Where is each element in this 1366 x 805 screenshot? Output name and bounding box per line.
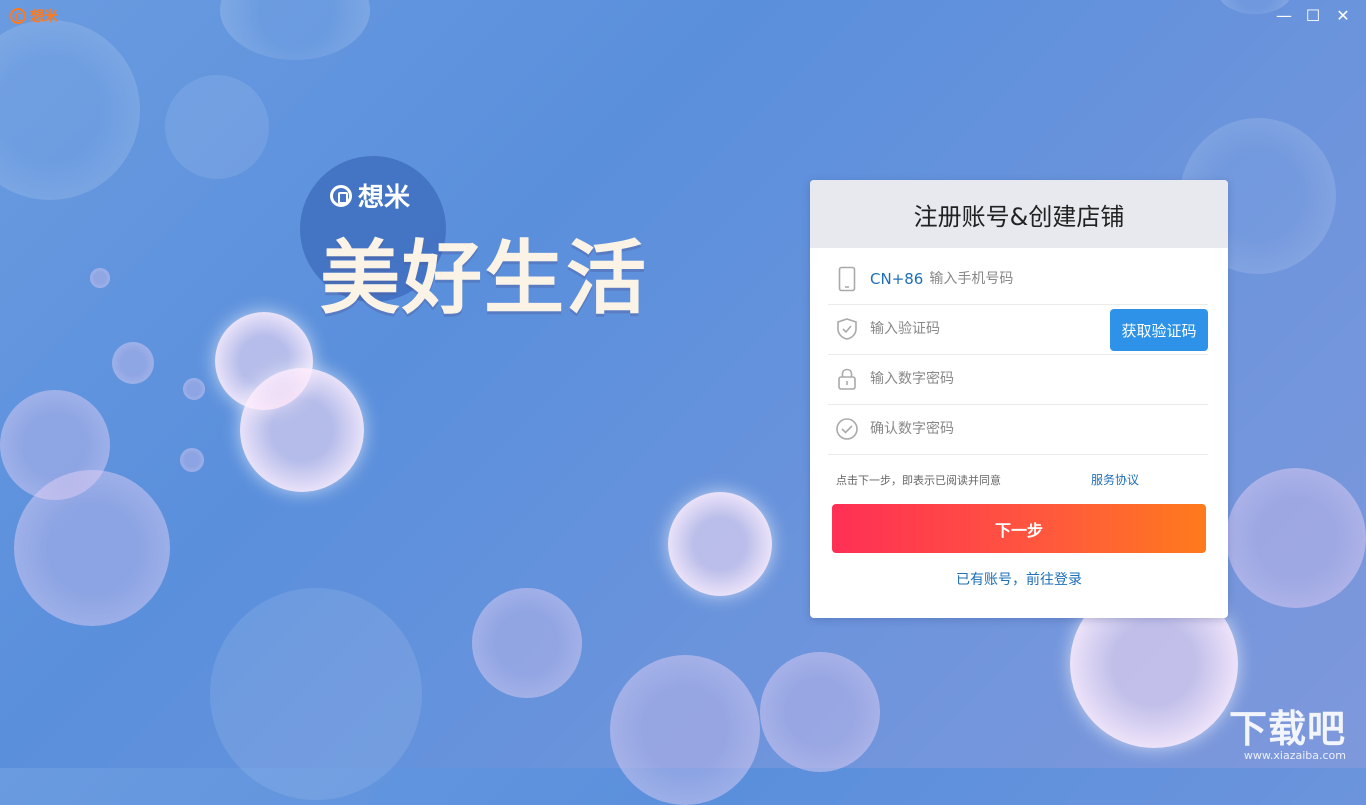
check-circle-icon bbox=[834, 416, 860, 442]
phone-row: CN+86 bbox=[828, 254, 1208, 305]
confirm-password-input[interactable] bbox=[870, 421, 1070, 437]
app-name: 想米 bbox=[30, 9, 58, 25]
register-title: 注册账号&创建店铺 bbox=[810, 180, 1228, 248]
close-button[interactable]: ✕ bbox=[1332, 6, 1354, 26]
slogan: 美好生活 bbox=[320, 232, 648, 325]
phone-input[interactable] bbox=[929, 271, 1130, 287]
logo-icon bbox=[330, 184, 352, 207]
get-code-button[interactable]: 获取验证码 bbox=[1110, 309, 1208, 351]
password-row bbox=[828, 354, 1208, 405]
service-agreement-link[interactable]: 服务协议 bbox=[1091, 471, 1139, 488]
phone-icon bbox=[834, 266, 860, 292]
logo-icon bbox=[10, 8, 26, 24]
maximize-button[interactable]: ☐ bbox=[1302, 6, 1324, 26]
brand-name: 想米 bbox=[358, 183, 411, 213]
code-row: 获取验证码 bbox=[828, 304, 1208, 355]
shield-check-icon bbox=[834, 316, 860, 342]
agreement-text: 点击下一步，即表示已阅读并同意 bbox=[836, 474, 1001, 487]
title-bar: 想米 — ☐ ✕ bbox=[0, 0, 1366, 32]
country-code[interactable]: CN+86 bbox=[870, 270, 923, 288]
register-card: 注册账号&创建店铺 CN+86 获取验证码 点击下一步，即表示已阅读并同意 服务… bbox=[810, 180, 1228, 618]
lock-icon bbox=[834, 366, 860, 392]
app-logo: 想米 bbox=[10, 6, 58, 26]
password-input[interactable] bbox=[870, 371, 1070, 387]
code-input[interactable] bbox=[870, 321, 1070, 337]
confirm-row bbox=[828, 404, 1208, 455]
next-step-button[interactable]: 下一步 bbox=[832, 504, 1206, 553]
minimize-button[interactable]: — bbox=[1273, 6, 1295, 26]
watermark-url: www.xiazaiba.com bbox=[1243, 749, 1346, 762]
brand-logo: 想米 bbox=[330, 177, 410, 214]
watermark: 下载吧 www.xiazaiba.com bbox=[1229, 709, 1346, 762]
login-link[interactable]: 已有账号，前往登录 bbox=[810, 569, 1228, 589]
watermark-text: 下载吧 bbox=[1228, 707, 1346, 751]
